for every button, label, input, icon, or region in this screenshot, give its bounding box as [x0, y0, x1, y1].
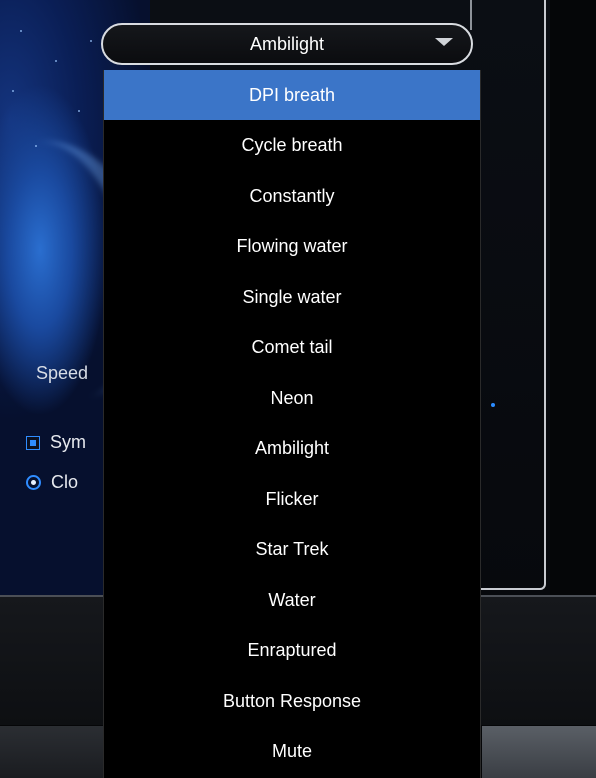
dropdown-option-ambilight[interactable]: Ambilight	[104, 423, 480, 474]
lighting-mode-select[interactable]: Ambilight	[101, 23, 473, 65]
clock-label: Clo	[51, 472, 79, 492]
dropdown-option-button-response[interactable]: Button Response	[104, 676, 480, 727]
bottom-right-button[interactable]	[482, 726, 596, 778]
star-dot	[78, 110, 80, 112]
sync-label: Sym	[50, 432, 86, 452]
star-dot	[90, 40, 92, 42]
dropdown-option-dpi-breath[interactable]: DPI breath	[104, 70, 480, 120]
star-dot	[20, 30, 22, 32]
lighting-mode-dropdown: DPI breath Cycle breath Constantly Flowi…	[103, 70, 481, 778]
clock-option[interactable]: Clo	[26, 472, 78, 493]
slider-indicator[interactable]	[491, 403, 495, 407]
star-dot	[55, 60, 57, 62]
speed-label: Speed	[36, 363, 89, 383]
dropdown-option-flowing-water[interactable]: Flowing water	[104, 221, 480, 272]
dropdown-option-cycle-breath[interactable]: Cycle breath	[104, 120, 480, 171]
dropdown-option-single-water[interactable]: Single water	[104, 272, 480, 323]
dropdown-option-mute[interactable]: Mute	[104, 726, 480, 777]
dropdown-option-comet-tail[interactable]: Comet tail	[104, 322, 480, 373]
dropdown-option-neon[interactable]: Neon	[104, 373, 480, 424]
sync-option[interactable]: Sym	[26, 432, 86, 453]
star-dot	[12, 90, 14, 92]
bottom-left-button[interactable]	[0, 726, 110, 778]
select-value: Ambilight	[249, 33, 325, 54]
dropdown-option-constantly[interactable]: Constantly	[104, 171, 480, 222]
dropdown-option-water[interactable]: Water	[104, 575, 480, 626]
dropdown-option-star-trek[interactable]: Star Trek	[104, 524, 480, 575]
dropdown-option-flicker[interactable]: Flicker	[104, 474, 480, 525]
star-dot	[35, 145, 37, 147]
panel-divider	[470, 0, 472, 30]
dropdown-option-enraptured[interactable]: Enraptured	[104, 625, 480, 676]
sync-checkbox[interactable]	[26, 435, 40, 450]
chevron-down-icon[interactable]	[435, 38, 453, 46]
clock-radio[interactable]	[26, 475, 41, 490]
